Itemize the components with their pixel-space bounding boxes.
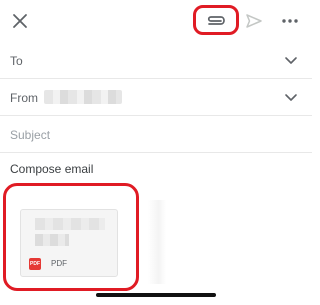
- to-field-row[interactable]: To: [0, 43, 312, 79]
- attachment-card-partial: [148, 200, 166, 284]
- from-address-redacted: [44, 90, 122, 104]
- to-label: To: [10, 54, 23, 68]
- send-icon: [246, 14, 262, 28]
- compose-screen: To From Subject Compose email PDF PDF: [0, 0, 312, 305]
- home-indicator[interactable]: [96, 293, 216, 297]
- close-button[interactable]: [8, 9, 32, 33]
- pdf-icon: PDF: [29, 258, 41, 270]
- paperclip-icon: [207, 16, 225, 25]
- attach-button[interactable]: [200, 9, 234, 33]
- close-icon: [13, 14, 27, 28]
- more-options-icon: [282, 19, 298, 23]
- compose-toolbar: [0, 0, 312, 42]
- attachment-card[interactable]: PDF PDF: [20, 209, 118, 277]
- more-options-button[interactable]: [278, 9, 302, 33]
- compose-body-field[interactable]: Compose email: [10, 162, 93, 176]
- from-field-row[interactable]: From: [0, 80, 312, 116]
- subject-placeholder: Subject: [10, 128, 51, 142]
- send-button[interactable]: [242, 9, 266, 33]
- chevron-down-icon[interactable]: [284, 92, 298, 102]
- chevron-down-icon[interactable]: [284, 55, 298, 65]
- subject-field[interactable]: Subject: [0, 117, 312, 153]
- from-label: From: [10, 91, 38, 105]
- attachment-name-redacted: [35, 218, 105, 230]
- attachment-name-redacted: [35, 234, 69, 246]
- attachment-type-label: PDF: [51, 259, 67, 268]
